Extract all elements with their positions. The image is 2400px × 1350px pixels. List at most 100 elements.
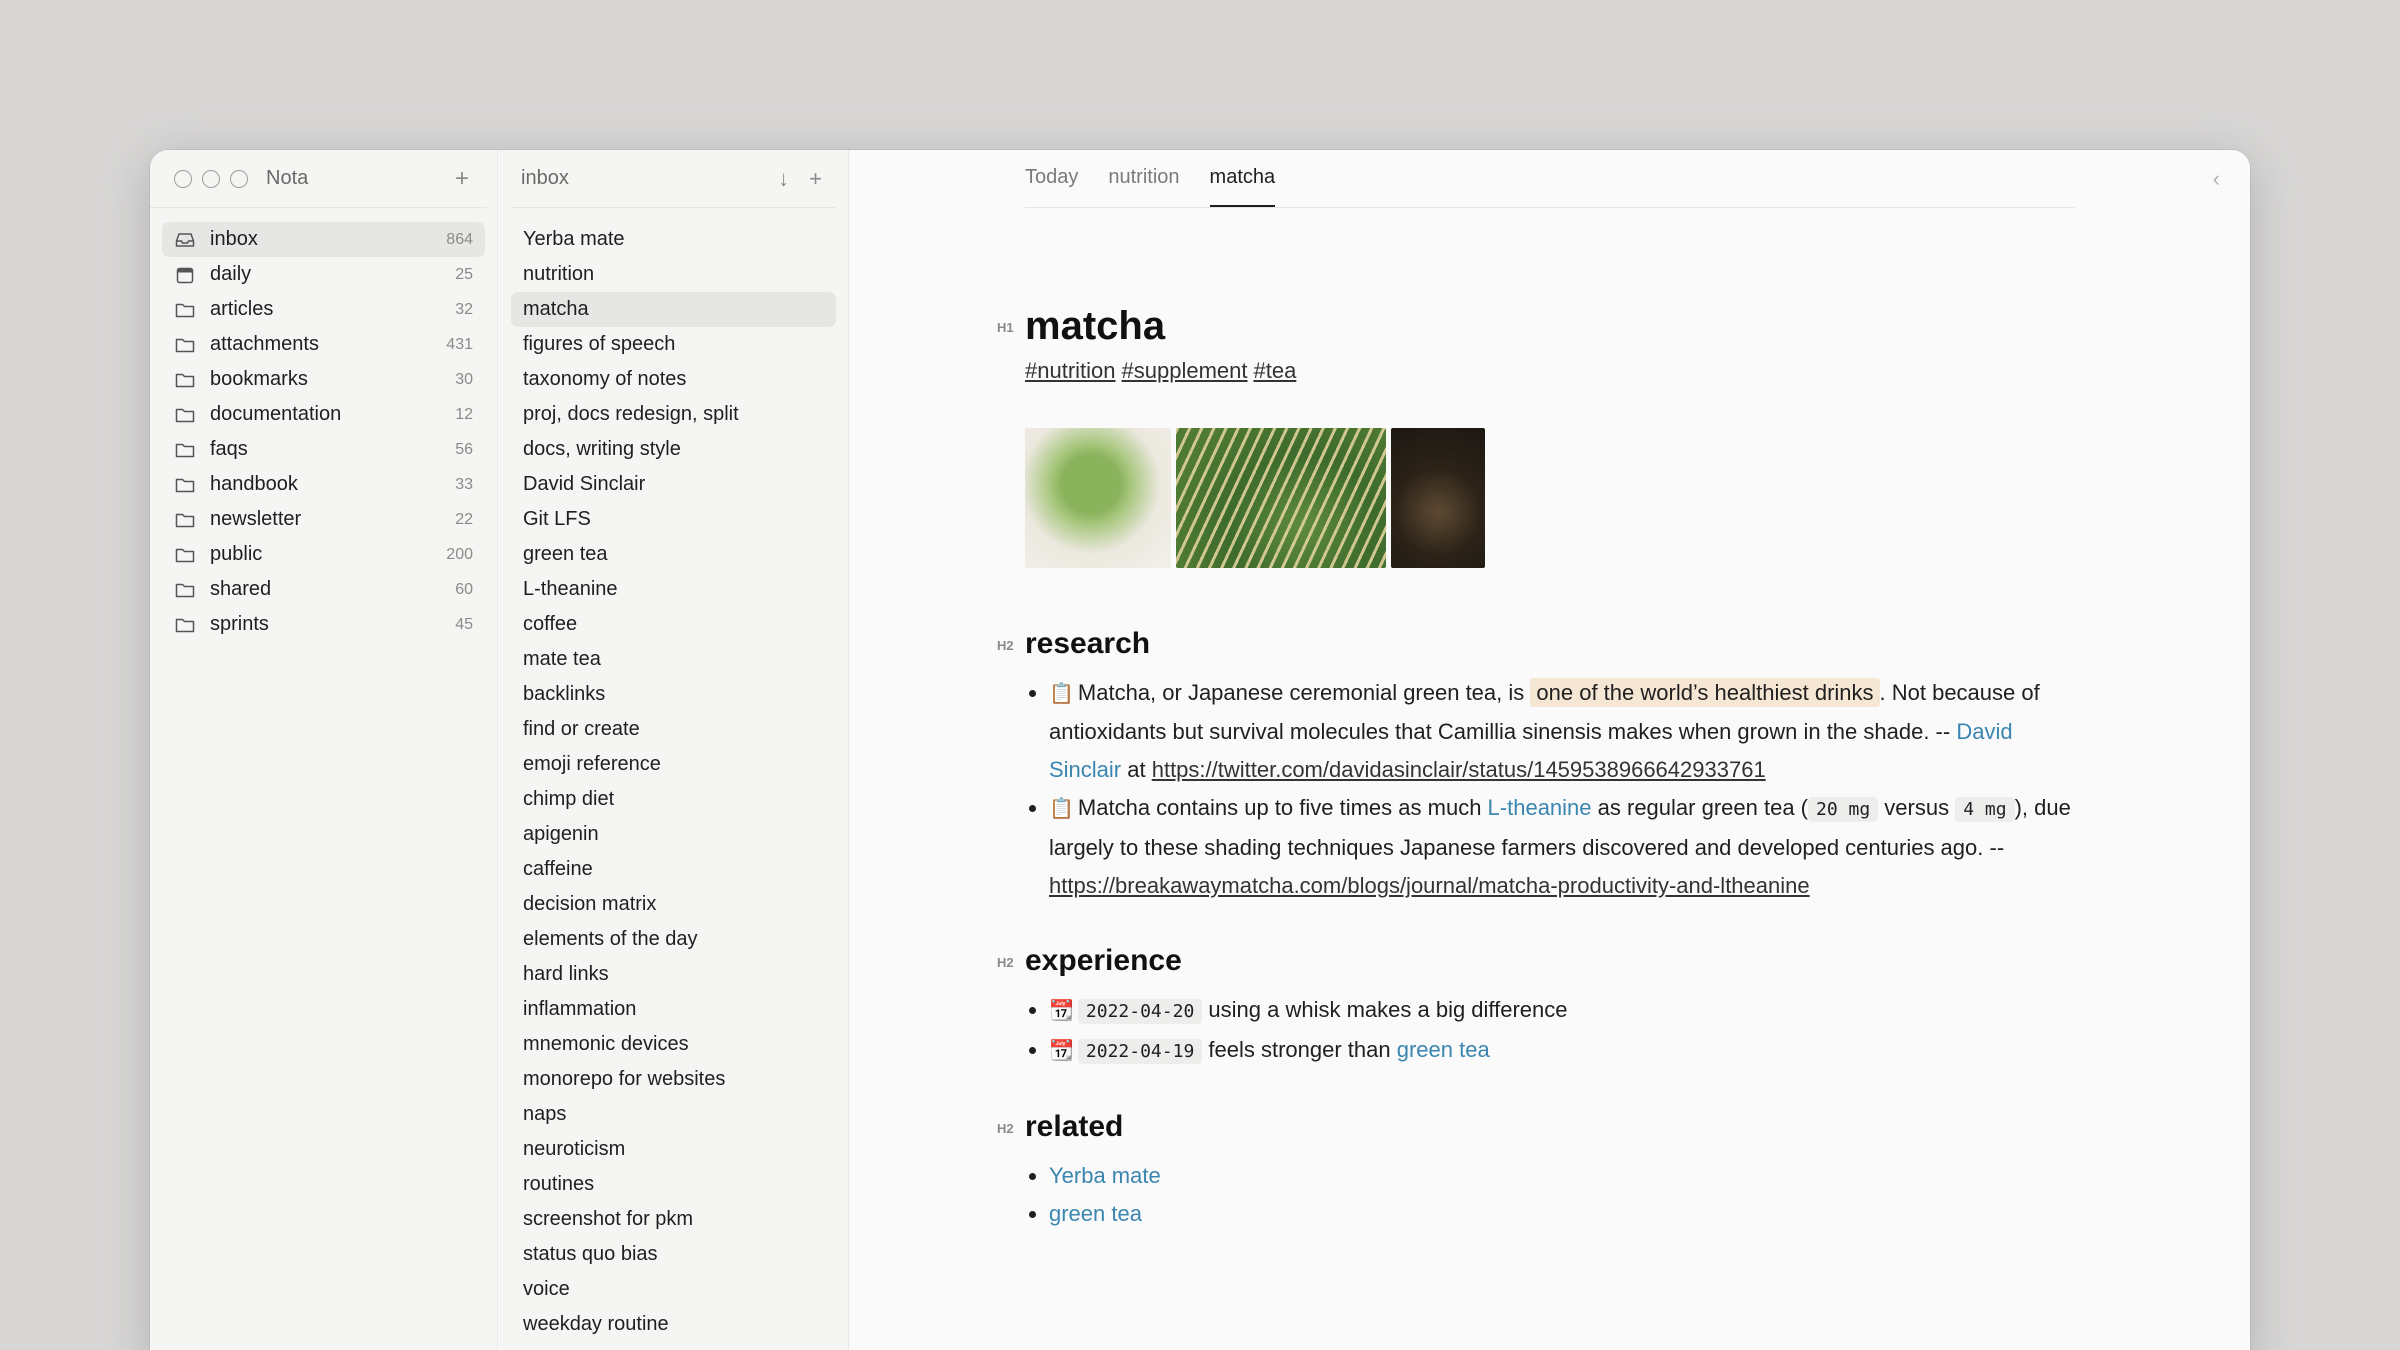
note-list-item[interactable]: decision matrix: [511, 887, 836, 922]
note-list-item[interactable]: nutrition: [511, 257, 836, 292]
calendar-icon: [172, 265, 198, 285]
note-list-item[interactable]: L-theanine: [511, 572, 836, 607]
tab-bar: Today nutrition matcha: [1025, 150, 2075, 208]
list-item: 📋 Matcha, or Japanese ceremonial green te…: [1025, 674, 2075, 789]
add-folder-button[interactable]: +: [455, 166, 469, 191]
sidebar: Nota + inbox 864 daily 25 articles 32 attachme…: [150, 150, 498, 1350]
note-list-item[interactable]: mate tea: [511, 642, 836, 677]
window-controls: [174, 169, 248, 188]
tab-nutrition[interactable]: nutrition: [1108, 166, 1179, 207]
note-list-item[interactable]: apigenin: [511, 817, 836, 852]
list-item: green tea: [1025, 1195, 2075, 1233]
close-window-button[interactable]: [174, 169, 192, 188]
note-list-pane: inbox ↓ + Yerba mate nutrition matcha figur…: [499, 150, 849, 1350]
wikilink-green-tea[interactable]: green tea: [1397, 1037, 1490, 1062]
item-count: 32: [455, 300, 473, 318]
zoom-window-button[interactable]: [230, 169, 248, 188]
note-list-item[interactable]: voice: [511, 1272, 836, 1307]
item-count: 56: [455, 440, 473, 458]
wikilink-l-theanine[interactable]: L-theanine: [1488, 795, 1592, 820]
note-list-item[interactable]: Git LFS: [511, 502, 836, 537]
tag-link[interactable]: #nutrition: [1025, 358, 1116, 383]
item-count: 12: [455, 405, 473, 423]
note-list-item[interactable]: backlinks: [511, 677, 836, 712]
external-link[interactable]: https://twitter.com/davidasinclair/statu…: [1152, 757, 1766, 782]
note-list-item[interactable]: screenshot for pkm: [511, 1202, 836, 1237]
note-list-item[interactable]: emoji reference: [511, 747, 836, 782]
note-list-item[interactable]: caffeine: [511, 852, 836, 887]
note-list-item[interactable]: taxonomy of notes: [511, 362, 836, 397]
folder-list: inbox 864 daily 25 articles 32 attachments 431 b…: [150, 208, 497, 642]
h2-marker: H2: [997, 955, 1014, 970]
text: feels stronger than: [1202, 1037, 1397, 1062]
note-list-item[interactable]: matcha: [511, 292, 836, 327]
sidebar-item-newsletter[interactable]: newsletter 22: [162, 502, 485, 537]
sidebar-item-label: faqs: [210, 438, 248, 460]
item-count: 22: [455, 510, 473, 528]
h2-marker: H2: [997, 638, 1014, 653]
note-list-item[interactable]: chimp diet: [511, 782, 836, 817]
list-item: 📆 2022-04-19 feels stronger than green te…: [1025, 1031, 2075, 1071]
chevron-left-icon[interactable]: ‹: [2213, 166, 2220, 192]
note-list-item[interactable]: figures of speech: [511, 327, 836, 362]
sidebar-item-documentation[interactable]: documentation 12: [162, 397, 485, 432]
folder-icon: [172, 370, 198, 390]
note-list-item[interactable]: Yerba mate: [511, 222, 836, 257]
calendar-icon: 📆: [1049, 1000, 1074, 1022]
sidebar-item-label: sprints: [210, 613, 269, 635]
sidebar-item-label: daily: [210, 263, 252, 285]
tag-link[interactable]: #tea: [1254, 358, 1297, 383]
note-list-item[interactable]: David Sinclair: [511, 467, 836, 502]
sidebar-item-faqs[interactable]: faqs 56: [162, 432, 485, 467]
sidebar-item-bookmarks[interactable]: bookmarks 30: [162, 362, 485, 397]
heading-experience[interactable]: H2 experience: [997, 941, 2075, 981]
sidebar-item-sprints[interactable]: sprints 45: [162, 607, 485, 642]
note-list-item[interactable]: proj, docs redesign, split: [511, 397, 836, 432]
note-list-item[interactable]: find or create: [511, 712, 836, 747]
matcha-cup-image[interactable]: [1391, 428, 1485, 568]
note-list-item[interactable]: green tea: [511, 537, 836, 572]
calendar-icon: 📆: [1049, 1040, 1074, 1062]
list-item: 📆 2022-04-20 using a whisk makes a big di…: [1025, 991, 2075, 1031]
add-note-button[interactable]: +: [809, 166, 822, 192]
note-list-item[interactable]: status quo bias: [511, 1237, 836, 1272]
sidebar-item-public[interactable]: public 200: [162, 537, 485, 572]
text: at: [1121, 757, 1152, 782]
note-list-item[interactable]: elements of the day: [511, 922, 836, 957]
note-title[interactable]: H1 matcha: [997, 300, 2075, 352]
matcha-powder-image[interactable]: [1025, 428, 1171, 568]
sidebar-item-handbook[interactable]: handbook 33: [162, 467, 485, 502]
sidebar-item-shared[interactable]: shared 60: [162, 572, 485, 607]
h1-marker: H1: [997, 320, 1014, 335]
note-list-item[interactable]: weekday routine: [511, 1307, 836, 1342]
editor: Today nutrition matcha ‹ H1 matcha #nutrit…: [850, 150, 2250, 1350]
sidebar-item-attachments[interactable]: attachments 431: [162, 327, 485, 362]
text: versus: [1878, 795, 1956, 820]
note-list-item[interactable]: neuroticism: [511, 1132, 836, 1167]
note-list-item[interactable]: routines: [511, 1167, 836, 1202]
sidebar-item-inbox[interactable]: inbox 864: [162, 222, 485, 257]
external-link[interactable]: https://breakawaymatcha.com/blogs/journa…: [1049, 873, 1810, 898]
list-item: 📋 Matcha contains up to five times as muc…: [1025, 789, 2075, 905]
note-list-header: inbox ↓ +: [511, 150, 836, 208]
note-list-item[interactable]: hard links: [511, 957, 836, 992]
tag-link[interactable]: #supplement: [1122, 358, 1248, 383]
note-list-item[interactable]: coffee: [511, 607, 836, 642]
note-list-item[interactable]: naps: [511, 1097, 836, 1132]
sidebar-item-articles[interactable]: articles 32: [162, 292, 485, 327]
related-link[interactable]: Yerba mate: [1049, 1163, 1161, 1188]
tab-today[interactable]: Today: [1025, 166, 1078, 207]
minimize-window-button[interactable]: [202, 169, 220, 188]
note-list-item[interactable]: mnemonic devices: [511, 1027, 836, 1062]
sidebar-item-daily[interactable]: daily 25: [162, 257, 485, 292]
heading-related[interactable]: H2 related: [997, 1107, 2075, 1147]
clipboard-icon: 📋: [1049, 798, 1074, 820]
note-list-item[interactable]: docs, writing style: [511, 432, 836, 467]
related-link[interactable]: green tea: [1049, 1201, 1142, 1226]
sort-down-icon[interactable]: ↓: [778, 166, 789, 192]
note-list-item[interactable]: inflammation: [511, 992, 836, 1027]
tab-matcha[interactable]: matcha: [1209, 166, 1276, 207]
matcha-whisk-image[interactable]: [1176, 428, 1386, 568]
heading-research[interactable]: H2 research: [997, 624, 2075, 664]
note-list-item[interactable]: monorepo for websites: [511, 1062, 836, 1097]
